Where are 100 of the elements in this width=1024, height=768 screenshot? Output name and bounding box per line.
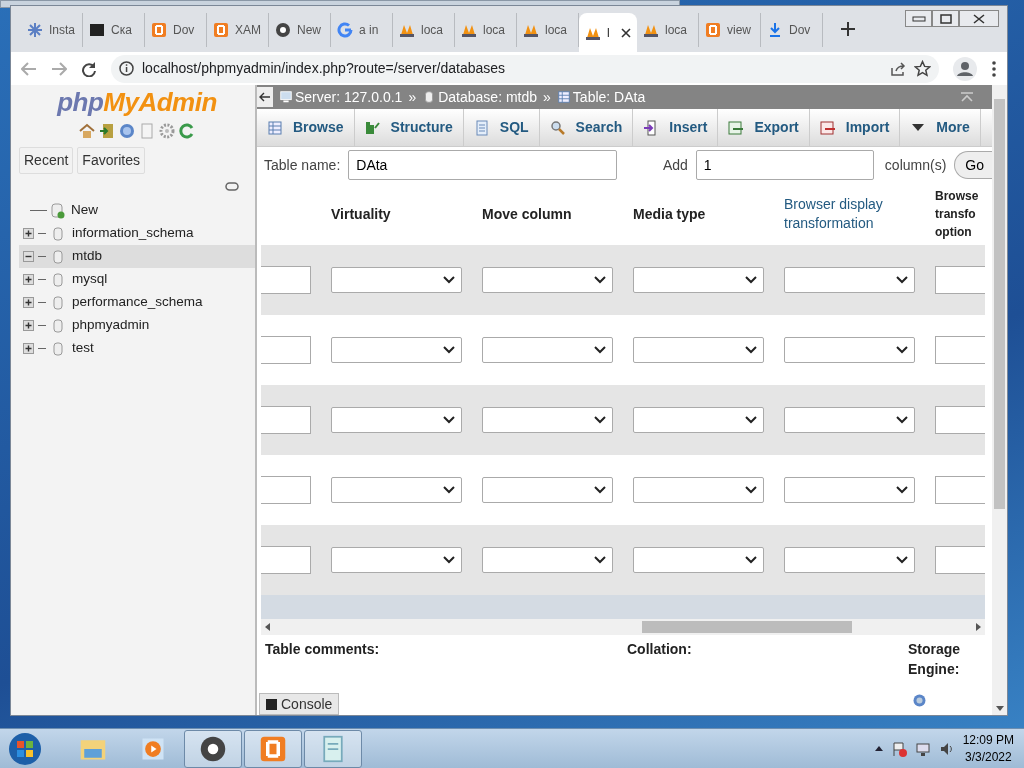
- reload-icon[interactable]: [81, 60, 97, 77]
- back-icon[interactable]: [21, 61, 37, 76]
- column-header-link[interactable]: Browser display transformation: [784, 195, 904, 233]
- scrollbar-thumb[interactable]: [642, 621, 852, 633]
- breadcrumb-link[interactable]: Table: DAta: [572, 86, 646, 108]
- dropdown[interactable]: [633, 547, 764, 573]
- menu-tab[interactable]: Browse: [257, 109, 355, 146]
- dropdown[interactable]: [784, 337, 915, 363]
- collapse-icon[interactable]: [23, 251, 34, 262]
- dropdown[interactable]: [633, 407, 764, 433]
- address-bar[interactable]: localhost/phpmyadmin/index.php?route=/server/databases: [111, 54, 939, 83]
- clock-date[interactable]: 3/3/2022: [962, 748, 1014, 766]
- browser-tab[interactable]: a in: [331, 13, 393, 47]
- menu-tab[interactable]: Search: [539, 109, 634, 146]
- dropdown[interactable]: [331, 337, 462, 363]
- flag-icon[interactable]: [890, 740, 907, 757]
- breadcrumb-link[interactable]: Server: 127.0.0.1: [295, 86, 403, 108]
- scroll-left-icon[interactable]: [265, 623, 270, 631]
- dropdown[interactable]: [331, 407, 462, 433]
- exit-icon[interactable]: [99, 123, 115, 139]
- browser-tab[interactable]: loca: [637, 13, 699, 47]
- profile-icon[interactable]: [953, 56, 977, 81]
- dropdown[interactable]: [482, 337, 613, 363]
- browser-tab[interactable]: Ска: [83, 13, 145, 47]
- phpmyadmin-logo[interactable]: phpMyAdmin: [19, 89, 255, 115]
- expand-icon[interactable]: [23, 228, 34, 239]
- go-button[interactable]: Go: [954, 151, 992, 179]
- comment-field[interactable]: [261, 406, 311, 434]
- database-link[interactable]: test: [72, 338, 94, 359]
- document-icon[interactable]: [139, 123, 155, 139]
- dropdown[interactable]: [331, 267, 462, 293]
- breadcrumb-link[interactable]: Database: mtdb: [438, 86, 538, 108]
- start-button[interactable]: [8, 731, 42, 766]
- database-link[interactable]: phpmyadmin: [72, 315, 150, 336]
- collapse-top-icon[interactable]: [960, 92, 974, 102]
- menu-tab[interactable]: Insert: [633, 109, 719, 146]
- taskbar-button[interactable]: [184, 729, 242, 768]
- minimize-button[interactable]: [905, 10, 932, 27]
- browser-tab[interactable]: Dov: [145, 13, 207, 47]
- dropdown[interactable]: [633, 477, 764, 503]
- database-link[interactable]: mtdb: [72, 246, 102, 267]
- database-link[interactable]: New: [71, 200, 98, 221]
- dropdown[interactable]: [633, 337, 764, 363]
- input-field[interactable]: [935, 476, 985, 504]
- comment-field[interactable]: [261, 546, 311, 574]
- table-name-field[interactable]: DAta: [348, 150, 617, 180]
- network-icon[interactable]: [914, 740, 931, 757]
- input-field[interactable]: [935, 336, 985, 364]
- expand-icon[interactable]: [23, 274, 34, 285]
- dropdown[interactable]: [784, 477, 915, 503]
- link-icon[interactable]: [225, 182, 239, 191]
- browser-tab[interactable]: XAM: [207, 13, 269, 47]
- forward-icon[interactable]: [51, 61, 67, 76]
- star-icon[interactable]: [914, 60, 931, 77]
- sidebar-tab[interactable]: Recent: [19, 147, 74, 174]
- browser-tab[interactable]: view: [699, 13, 761, 47]
- database-link[interactable]: performance_schema: [72, 292, 203, 313]
- help-icon[interactable]: [119, 123, 135, 139]
- comment-field[interactable]: [261, 336, 311, 364]
- dropdown[interactable]: [784, 407, 915, 433]
- dropdown[interactable]: [633, 267, 764, 293]
- dropdown[interactable]: [482, 477, 613, 503]
- scroll-down-icon[interactable]: [995, 706, 1004, 711]
- home-icon[interactable]: [79, 123, 95, 139]
- browser-tab[interactable]: New: [269, 13, 331, 47]
- help-icon[interactable]: [913, 694, 926, 707]
- share-icon[interactable]: [890, 60, 906, 77]
- browser-tab[interactable]: l: [579, 13, 637, 52]
- close-button[interactable]: [959, 10, 999, 27]
- menu-tab[interactable]: More: [900, 109, 981, 146]
- dropdown[interactable]: [482, 267, 613, 293]
- dropdown[interactable]: [784, 267, 915, 293]
- browser-tab[interactable]: loca: [393, 13, 455, 47]
- dropdown[interactable]: [482, 547, 613, 573]
- clock-time[interactable]: 12:09 PM: [962, 731, 1014, 749]
- input-field[interactable]: [935, 406, 985, 434]
- new-tab-icon[interactable]: [841, 22, 855, 36]
- dropdown[interactable]: [331, 477, 462, 503]
- menu-tab[interactable]: Import: [809, 109, 901, 146]
- expand-icon[interactable]: [23, 343, 34, 354]
- show-hidden-icon[interactable]: [874, 746, 883, 751]
- expand-icon[interactable]: [23, 320, 34, 331]
- expand-icon[interactable]: [23, 297, 34, 308]
- dropdown[interactable]: [331, 547, 462, 573]
- console-tab[interactable]: Console: [259, 693, 340, 715]
- vertical-scrollbar[interactable]: [992, 85, 1007, 715]
- sidebar-tab[interactable]: Favorites: [77, 147, 145, 174]
- menu-tab[interactable]: SQL: [463, 109, 540, 146]
- input-field[interactable]: [935, 546, 985, 574]
- horizontal-scrollbar[interactable]: [261, 619, 985, 635]
- browser-tab[interactable]: loca: [455, 13, 517, 47]
- column-count-field[interactable]: 1: [695, 150, 874, 180]
- close-tab-icon[interactable]: [621, 27, 631, 38]
- maximize-button[interactable]: [932, 10, 959, 27]
- scrollbar-thumb[interactable]: [994, 99, 1005, 509]
- menu-tab[interactable]: Export: [718, 109, 810, 146]
- settings-icon[interactable]: [159, 123, 175, 139]
- input-field[interactable]: [935, 266, 985, 294]
- browser-tab[interactable]: Dov: [761, 13, 823, 47]
- database-link[interactable]: mysql: [72, 269, 108, 290]
